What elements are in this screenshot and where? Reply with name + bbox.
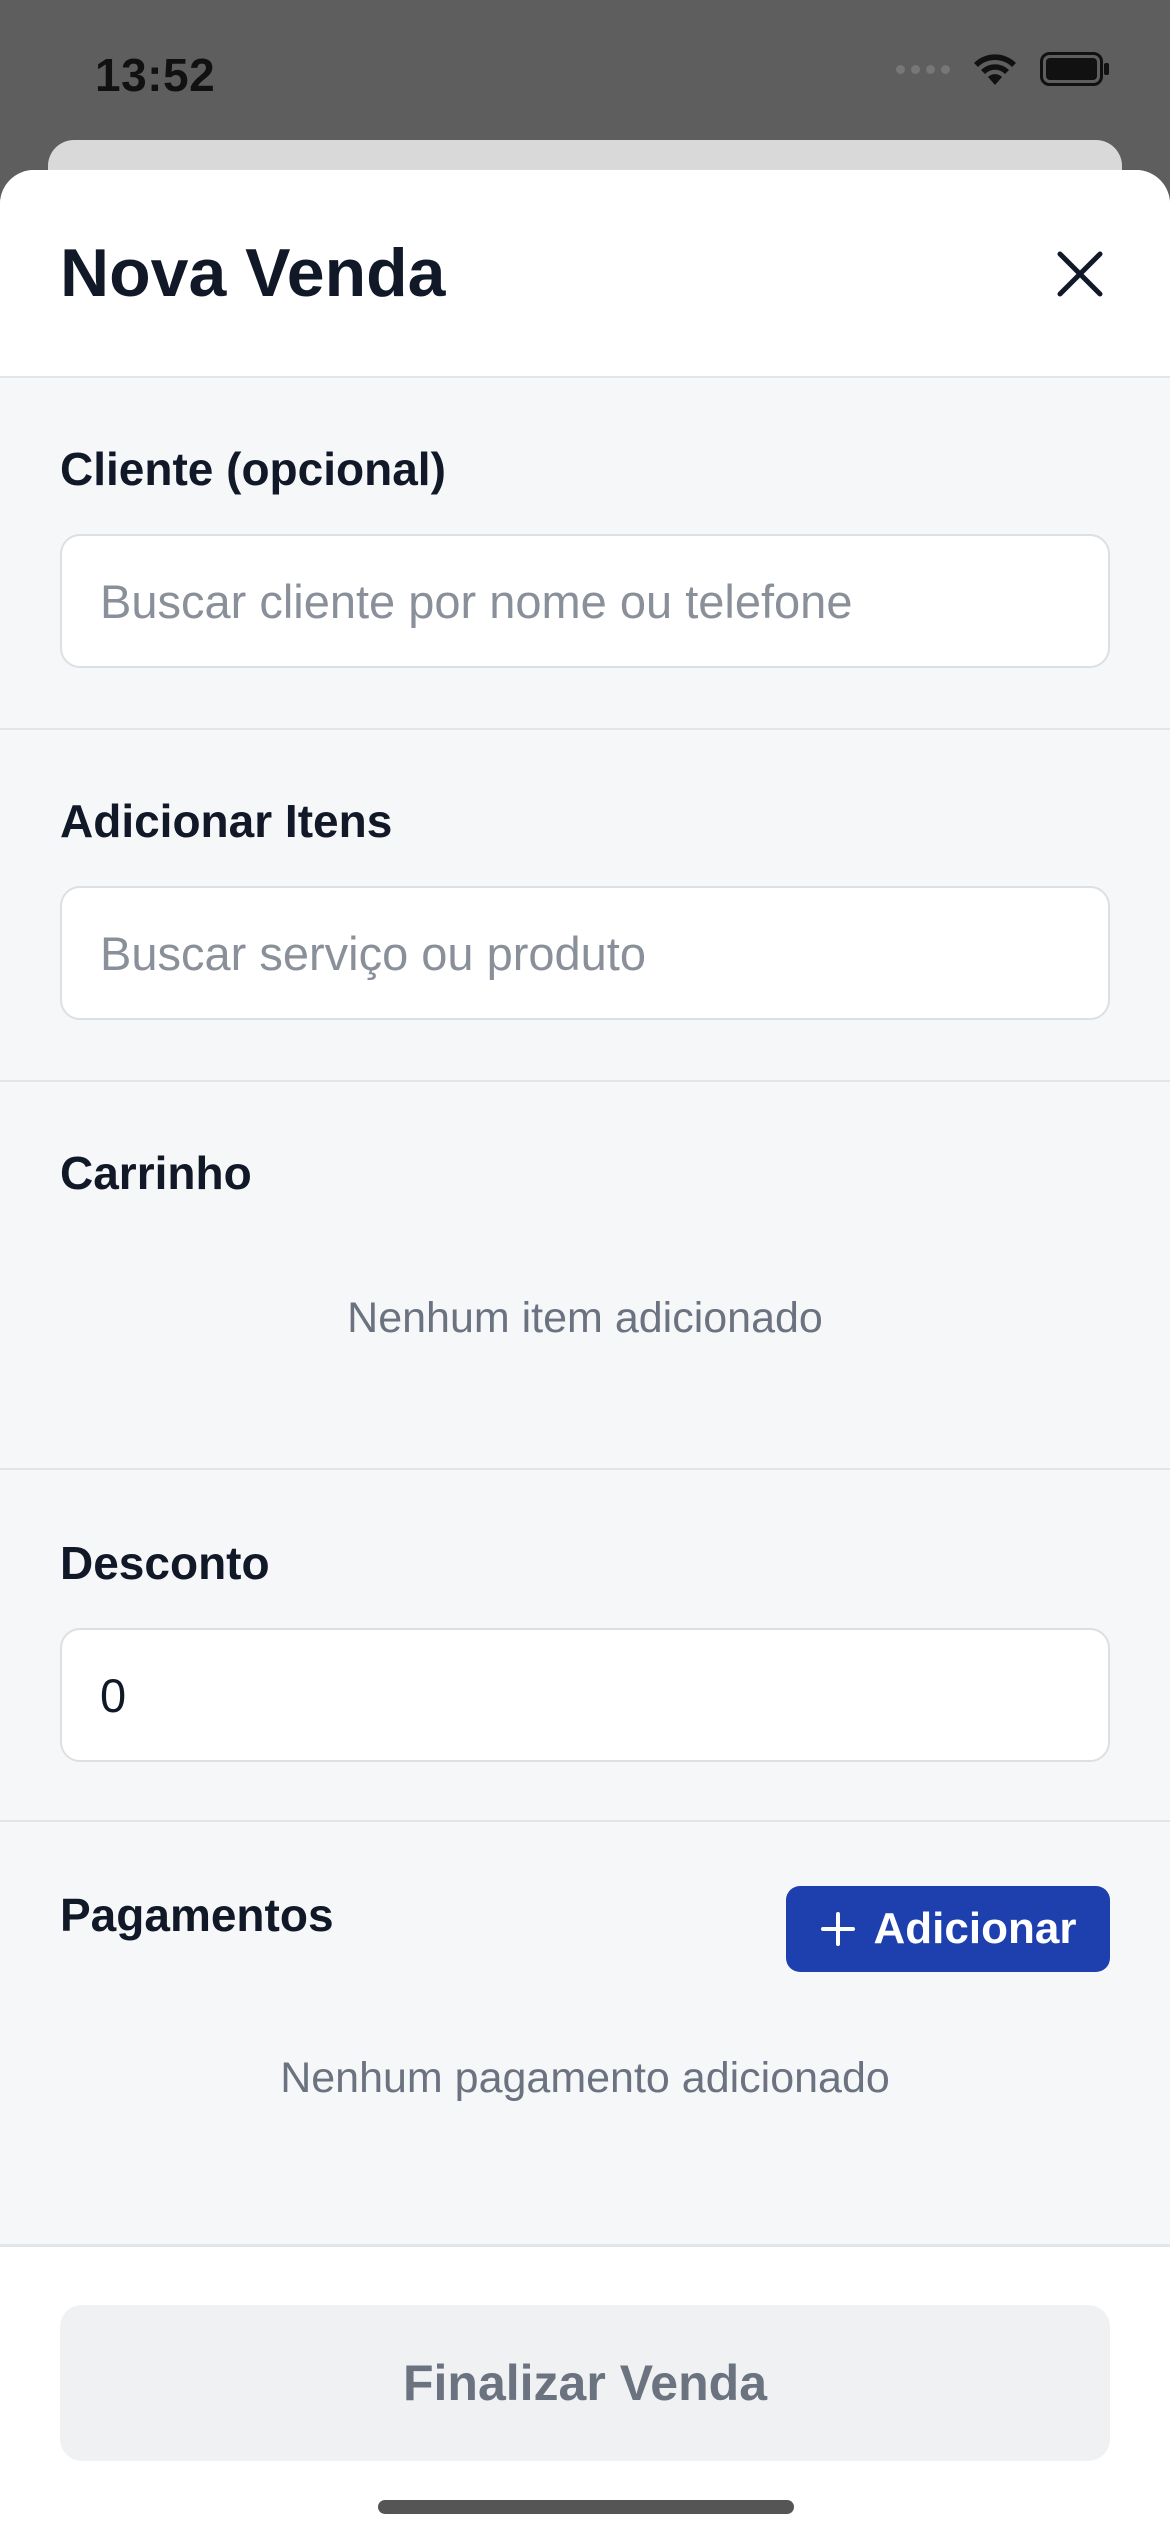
status-bar: 13:52: [0, 0, 1170, 150]
desconto-value: 0: [100, 1668, 127, 1722]
status-icons: [896, 52, 1110, 86]
add-payment-label: Adicionar: [873, 1904, 1077, 1953]
cliente-section: Cliente (opcional) Buscar cliente por no…: [0, 378, 1170, 730]
page-title: Nova Venda: [60, 235, 446, 311]
carrinho-label: Carrinho: [60, 1147, 252, 1199]
carrinho-empty-text: Nenhum item adicionado: [347, 1294, 823, 1342]
pagamentos-label: Pagamentos: [60, 1889, 334, 1941]
finalize-sale-button[interactable]: Finalizar Venda: [60, 2305, 1110, 2461]
pagamentos-empty-text: Nenhum pagamento adicionado: [280, 2054, 890, 2102]
plus-icon: [820, 1912, 855, 1946]
status-time: 13:52: [95, 49, 216, 101]
carrinho-section: Carrinho Nenhum item adicionado: [0, 1082, 1170, 1470]
desconto-input[interactable]: 0: [60, 1628, 1110, 1762]
finalize-sale-label: Finalizar Venda: [402, 2355, 767, 2411]
wifi-icon: [974, 54, 1016, 85]
screen: 13:52 Nova Venda Cliente (opcional) Busc…: [0, 0, 1170, 2532]
footer: Finalizar Venda: [0, 2244, 1170, 2532]
item-search-input[interactable]: Buscar serviço ou produto: [60, 886, 1110, 1020]
cliente-search-input[interactable]: Buscar cliente por nome ou telefone: [60, 534, 1110, 668]
cliente-search-placeholder: Buscar cliente por nome ou telefone: [100, 574, 853, 628]
sheet-header: Nova Venda: [0, 170, 1170, 378]
battery-icon: [1040, 52, 1109, 86]
desconto-section: Desconto 0: [0, 1470, 1170, 1822]
item-search-placeholder: Buscar serviço ou produto: [100, 926, 647, 980]
home-indicator: [378, 2500, 794, 2514]
close-button[interactable]: [1048, 242, 1112, 306]
cliente-label: Cliente (opcional): [60, 443, 446, 495]
nova-venda-sheet: Nova Venda Cliente (opcional) Buscar cli…: [0, 170, 1170, 2532]
close-icon: [1057, 251, 1103, 297]
itens-section: Adicionar Itens Buscar serviço ou produt…: [0, 730, 1170, 1082]
pagamentos-section: Pagamentos Adicionar Nenhum pagamento ad…: [0, 1822, 1170, 2244]
itens-label: Adicionar Itens: [60, 795, 393, 847]
add-payment-button[interactable]: Adicionar: [786, 1886, 1110, 1972]
desconto-label: Desconto: [60, 1537, 270, 1589]
cellular-dots-icon: [896, 64, 950, 74]
